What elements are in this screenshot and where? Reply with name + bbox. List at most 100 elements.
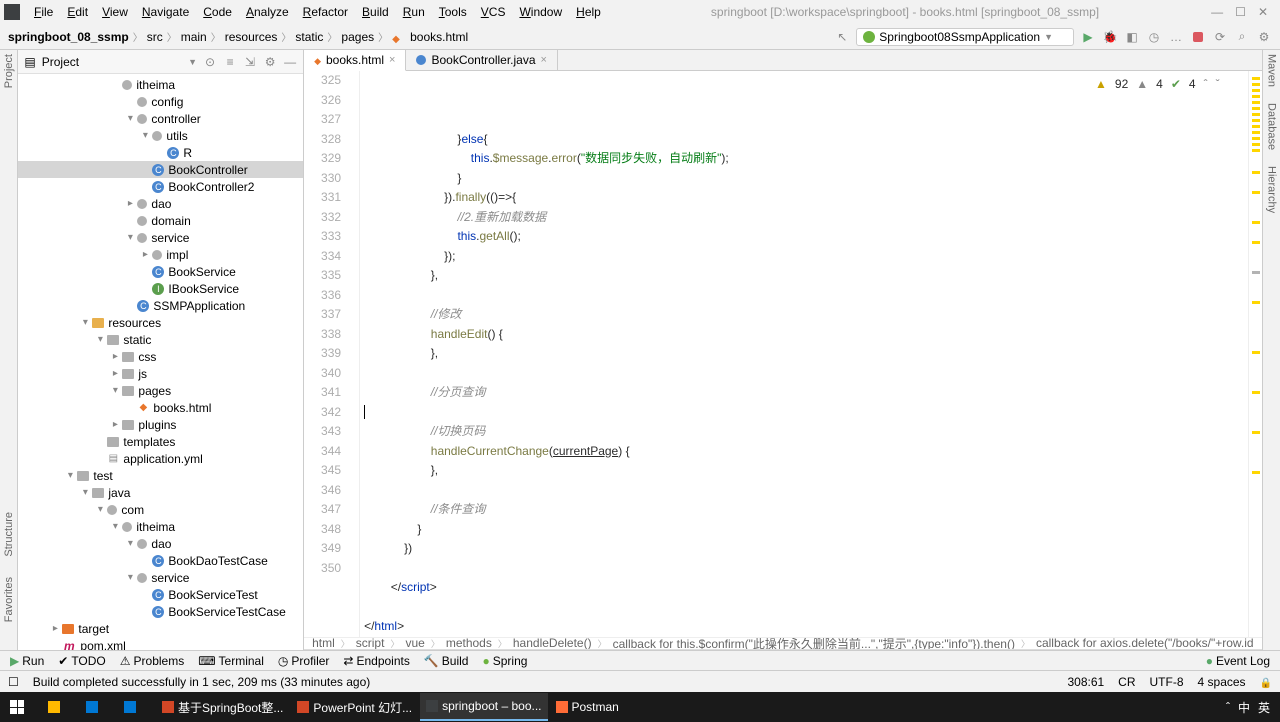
menu-file[interactable]: File [28,3,59,21]
taskbar-item[interactable] [4,693,40,721]
tree-node[interactable]: ▾dao [18,535,303,552]
editor-crumb[interactable]: handleDelete() [513,637,592,651]
inspection-widget[interactable]: ▲92 ▲4 ✔4 ˆ ˇ [1095,75,1220,95]
code-editor[interactable]: 3253263273283293303313323333343353363373… [304,71,1262,637]
terminal-tool-button[interactable]: ⌨Terminal [192,653,270,669]
line-separator[interactable]: CR [1118,675,1135,689]
tree-node[interactable]: config [18,93,303,110]
close-tab-icon[interactable]: × [541,54,547,66]
spring-tool-button[interactable]: ●Spring [476,653,533,669]
taskbar-item[interactable] [42,693,78,721]
profiler-tool-button[interactable]: ◷Profiler [272,653,336,669]
tree-node[interactable]: ▸css [18,348,303,365]
project-tool-button[interactable]: Project [3,54,15,88]
breadcrumb-item[interactable]: static [295,30,323,44]
tool-menu-icon[interactable]: ☐ [8,675,19,689]
run-button[interactable]: ▶ [1080,29,1096,45]
select-opened-file-icon[interactable]: ⊙ [203,55,217,69]
tree-node[interactable]: ▾test [18,467,303,484]
editor-crumb[interactable]: html [312,637,335,651]
close-tab-icon[interactable]: × [389,54,395,66]
taskbar-item[interactable]: PowerPoint 幻灯... [291,693,418,721]
menu-vcs[interactable]: VCS [475,3,512,21]
breadcrumb-item[interactable]: springboot_08_ssmp [8,30,129,44]
menu-refactor[interactable]: Refactor [297,3,354,21]
settings-button[interactable]: ⚙ [1256,29,1272,45]
structure-tool-button[interactable]: Structure [3,512,15,557]
tree-node[interactable]: CR [18,144,303,161]
back-icon[interactable]: ↖ [834,29,850,45]
tree-node[interactable]: domain [18,212,303,229]
tree-node[interactable]: ▸impl [18,246,303,263]
tree-node[interactable]: application.yml [18,450,303,467]
tree-node[interactable]: ▾service [18,569,303,586]
editor-crumb[interactable]: callback for axios.delete("/books/"+row.… [1036,637,1254,651]
tree-node[interactable]: templates [18,433,303,450]
readonly-icon[interactable] [1260,675,1272,689]
system-tray[interactable]: ˆ中英 [1226,699,1276,716]
expand-all-icon[interactable]: ≡ [223,55,237,69]
editor-crumb[interactable]: callback for this.$confirm("此操作永久删除当前...… [613,637,1015,651]
tree-node[interactable]: ▸dao [18,195,303,212]
update-button[interactable]: ⟳ [1212,29,1228,45]
tree-node[interactable]: mpom.xml [18,637,303,650]
menu-edit[interactable]: Edit [61,3,94,21]
maximize-icon[interactable]: ☐ [1235,5,1246,19]
maven-tool-button[interactable]: Maven [1265,54,1277,87]
tree-node[interactable]: ▾resources [18,314,303,331]
run-config-selector[interactable]: Springboot08SsmpApplication ▼ [856,28,1074,46]
menu-analyze[interactable]: Analyze [240,3,295,21]
tree-node[interactable]: ▾pages [18,382,303,399]
database-tool-button[interactable]: Database [1265,103,1277,150]
breadcrumb-item[interactable]: src [147,30,163,44]
settings-icon[interactable]: ⚙ [263,55,277,69]
tree-node[interactable]: ▾com [18,501,303,518]
problems-tool-button[interactable]: ⚠Problems [114,653,190,669]
indent-setting[interactable]: 4 spaces [1198,675,1246,689]
tree-node[interactable]: CBookService [18,263,303,280]
chevron-up-icon[interactable]: ˆ [1204,75,1208,95]
todo-tool-button[interactable]: ✔TODO [52,653,112,669]
taskbar-item[interactable] [80,693,116,721]
hide-icon[interactable]: — [283,55,297,69]
breadcrumb-item[interactable]: resources [225,30,278,44]
chevron-down-icon[interactable]: ▼ [188,57,197,67]
run-tool-button[interactable]: ▶Run [4,653,50,669]
menu-help[interactable]: Help [570,3,607,21]
tree-node[interactable]: CSSMPApplication [18,297,303,314]
tree-node[interactable]: ▾service [18,229,303,246]
tree-node[interactable]: CBookDaoTestCase [18,552,303,569]
menu-view[interactable]: View [96,3,134,21]
file-encoding[interactable]: UTF-8 [1150,675,1184,689]
tree-node[interactable]: ▸target [18,620,303,637]
tree-node[interactable]: CBookServiceTest [18,586,303,603]
menu-tools[interactable]: Tools [433,3,473,21]
caret-position[interactable]: 308:61 [1067,675,1104,689]
menu-navigate[interactable]: Navigate [136,3,195,21]
editor-breadcrumbs[interactable]: html〉script〉vue〉methods〉handleDelete()〉c… [304,637,1262,651]
endpoints-tool-button[interactable]: ⇄Endpoints [337,653,415,669]
menu-code[interactable]: Code [197,3,238,21]
breadcrumb[interactable]: springboot_08_ssmp〉src〉main〉resources〉st… [8,29,468,44]
taskbar-item[interactable] [118,693,154,721]
editor-crumb[interactable]: script [356,637,385,651]
taskbar-item[interactable]: springboot – boo... [420,693,547,721]
editor-crumb[interactable]: methods [446,637,492,651]
editor-tab[interactable]: BookController.java× [406,50,558,70]
tree-node[interactable]: CBookController [18,161,303,178]
attach-button[interactable]: … [1168,29,1184,45]
tree-node[interactable]: ▾controller [18,110,303,127]
tree-node[interactable]: CBookServiceTestCase [18,603,303,620]
stop-button[interactable] [1190,29,1206,45]
taskbar-item[interactable]: Postman [550,693,625,721]
editor-tab[interactable]: books.html× [304,50,406,71]
tree-node[interactable]: books.html [18,399,303,416]
hierarchy-tool-button[interactable]: Hierarchy [1265,166,1277,213]
profile-button[interactable]: ◷ [1146,29,1162,45]
close-icon[interactable]: ✕ [1258,5,1268,19]
tree-node[interactable]: ▸plugins [18,416,303,433]
tree-node[interactable]: CBookController2 [18,178,303,195]
menu-window[interactable]: Window [513,3,568,21]
tree-node[interactable]: ▾utils [18,127,303,144]
chevron-down-icon[interactable]: ˇ [1216,75,1220,95]
